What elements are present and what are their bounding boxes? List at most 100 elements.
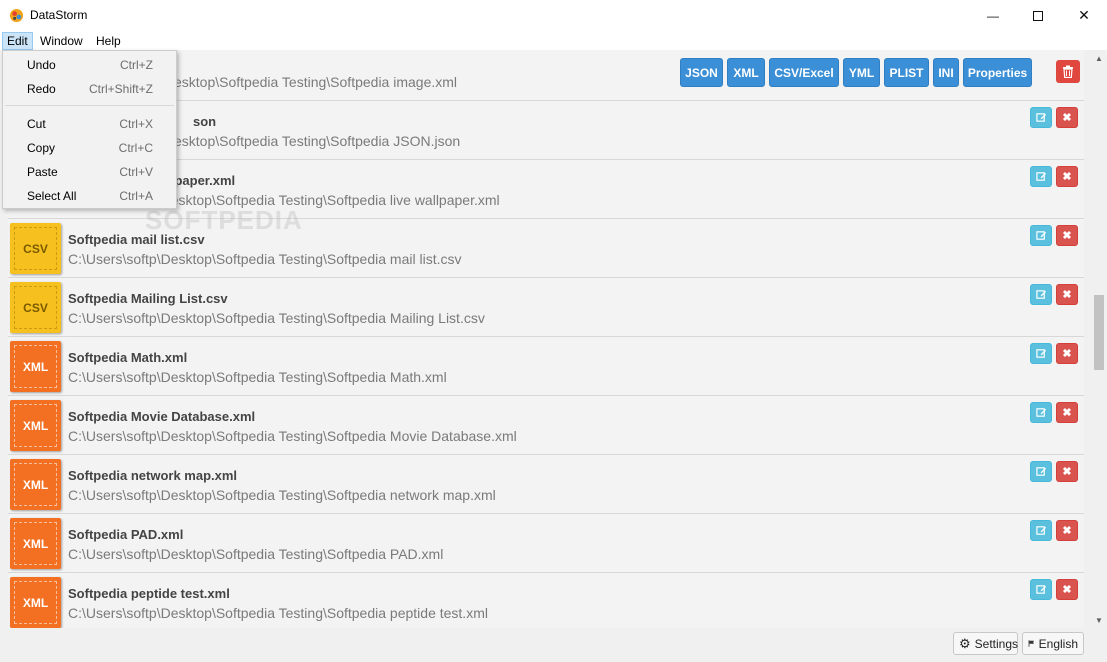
delete-icon: ✖ — [1062, 230, 1072, 242]
gear-icon: ⚙ — [959, 635, 971, 651]
settings-button[interactable]: ⚙ Settings — [953, 632, 1018, 655]
edit-dropdown-menu: Undo Ctrl+Z Redo Ctrl+Shift+Z Cut Ctrl+X… — [2, 50, 177, 209]
xml-format-button[interactable]: XML — [727, 58, 765, 87]
menu-help[interactable]: Help — [92, 32, 125, 50]
delete-button[interactable]: ✖ — [1056, 520, 1078, 541]
app-logo-icon — [9, 8, 24, 23]
delete-button[interactable]: ✖ — [1056, 402, 1078, 423]
file-name: Softpedia PAD.xml — [68, 527, 184, 542]
minimize-button[interactable]: — — [970, 0, 1016, 31]
menu-edit[interactable]: Edit — [2, 32, 33, 50]
file-name: Softpedia Movie Database.xml — [68, 409, 256, 424]
xml-file-icon: XML — [10, 400, 61, 451]
xml-file-icon: XML — [10, 459, 61, 510]
delete-button[interactable]: ✖ — [1056, 107, 1078, 128]
delete-icon: ✖ — [1062, 466, 1072, 478]
json-format-button[interactable]: JSON — [680, 58, 723, 87]
plist-format-button[interactable]: PLIST — [884, 58, 929, 87]
edit-icon — [1035, 231, 1046, 240]
csv-excel-format-button[interactable]: CSV/Excel — [769, 58, 839, 87]
close-button[interactable]: ✕ — [1061, 0, 1107, 31]
file-row[interactable]: XML Softpedia Math.xml C:\Users\softp\De… — [8, 337, 1084, 396]
menu-item-redo[interactable]: Redo Ctrl+Shift+Z — [3, 78, 176, 100]
edit-button[interactable] — [1030, 225, 1052, 246]
delete-button[interactable]: ✖ — [1056, 579, 1078, 600]
scroll-thumb[interactable] — [1094, 295, 1104, 370]
edit-icon — [1035, 408, 1046, 417]
title-bar: DataStorm — ✕ — [0, 0, 1107, 31]
delete-button[interactable]: ✖ — [1056, 343, 1078, 364]
file-path: \Desktop\Softpedia Testing\Softpedia JSO… — [160, 133, 461, 149]
close-icon: ✕ — [1078, 7, 1090, 23]
clear-all-button[interactable] — [1056, 60, 1080, 83]
watermark: SOFTPEDIA — [145, 205, 303, 235]
edit-icon — [1035, 467, 1046, 476]
delete-icon: ✖ — [1062, 407, 1072, 419]
delete-button[interactable]: ✖ — [1056, 284, 1078, 305]
properties-format-button[interactable]: Properties — [963, 58, 1032, 87]
file-name: Softpedia network map.xml — [68, 468, 238, 483]
delete-icon: ✖ — [1062, 348, 1072, 360]
file-path: C:\Users\softp\Desktop\Softpedia Testing… — [68, 369, 447, 385]
yml-format-button[interactable]: YML — [843, 58, 880, 87]
ini-format-button[interactable]: INI — [933, 58, 959, 87]
csv-file-icon: CSV — [10, 282, 61, 333]
edit-icon — [1035, 349, 1046, 358]
file-path: C:\Users\softp\Desktop\Softpedia Testing… — [68, 546, 444, 562]
window-title: DataStorm — [30, 8, 88, 22]
scroll-down-arrow-icon[interactable]: ▼ — [1091, 612, 1107, 628]
delete-button[interactable]: ✖ — [1056, 225, 1078, 246]
file-path: \Desktop\Softpedia Testing\Softpedia ima… — [160, 74, 458, 90]
delete-icon: ✖ — [1062, 171, 1072, 183]
edit-button[interactable] — [1030, 107, 1052, 128]
edit-icon — [1035, 172, 1046, 181]
edit-button[interactable] — [1030, 284, 1052, 305]
file-name: Softpedia peptide test.xml — [68, 586, 230, 601]
maximize-button[interactable] — [1015, 0, 1061, 31]
file-name: Softpedia Mailing List.csv — [68, 291, 228, 306]
edit-button[interactable] — [1030, 166, 1052, 187]
edit-icon — [1035, 526, 1046, 535]
menu-item-select-all[interactable]: Select All Ctrl+A — [3, 185, 176, 207]
file-path: C:\Users\softp\Desktop\Softpedia Testing… — [68, 428, 517, 444]
file-name: son — [193, 114, 217, 129]
file-row[interactable]: XML Softpedia peptide test.xml C:\Users\… — [8, 573, 1084, 628]
edit-button[interactable] — [1030, 579, 1052, 600]
settings-label: Settings — [974, 636, 1019, 651]
menu-window[interactable]: Window — [36, 32, 87, 50]
maximize-icon — [1033, 10, 1043, 21]
menu-item-cut[interactable]: Cut Ctrl+X — [3, 113, 176, 135]
edit-button[interactable] — [1030, 461, 1052, 482]
edit-button[interactable] — [1030, 520, 1052, 541]
language-button[interactable]: English — [1022, 632, 1084, 655]
file-path: C:\Users\softp\Desktop\Softpedia Testing… — [68, 487, 496, 503]
language-label: English — [1038, 636, 1078, 651]
file-path: C:\Users\softp\Desktop\Softpedia Testing… — [68, 605, 488, 621]
edit-icon — [1035, 113, 1046, 122]
menu-item-undo[interactable]: Undo Ctrl+Z — [3, 54, 176, 76]
menu-item-paste[interactable]: Paste Ctrl+V — [3, 161, 176, 183]
edit-button[interactable] — [1030, 343, 1052, 364]
file-path: C:\Users\softp\Desktop\Softpedia Testing… — [68, 310, 485, 326]
delete-button[interactable]: ✖ — [1056, 461, 1078, 482]
edit-icon — [1035, 290, 1046, 299]
file-row[interactable]: XML Softpedia PAD.xml C:\Users\softp\Des… — [8, 514, 1084, 573]
trash-icon — [1063, 65, 1073, 78]
file-row[interactable]: CSV Softpedia Mailing List.csv C:\Users\… — [8, 278, 1084, 337]
edit-icon — [1035, 585, 1046, 594]
file-row[interactable]: XML Softpedia network map.xml C:\Users\s… — [8, 455, 1084, 514]
edit-button[interactable] — [1030, 402, 1052, 423]
xml-file-icon: XML — [10, 341, 61, 392]
vertical-scrollbar[interactable]: ▲ ▼ — [1091, 50, 1107, 628]
scroll-up-arrow-icon[interactable]: ▲ — [1091, 50, 1107, 66]
menu-separator — [5, 105, 174, 106]
delete-icon: ✖ — [1062, 112, 1072, 124]
flag-icon — [1028, 640, 1035, 647]
delete-icon: ✖ — [1062, 525, 1072, 537]
menu-bar: Edit Window Help — [0, 31, 1107, 50]
file-row[interactable]: XML Softpedia Movie Database.xml C:\User… — [8, 396, 1084, 455]
delete-icon: ✖ — [1062, 584, 1072, 596]
delete-icon: ✖ — [1062, 289, 1072, 301]
menu-item-copy[interactable]: Copy Ctrl+C — [3, 137, 176, 159]
delete-button[interactable]: ✖ — [1056, 166, 1078, 187]
